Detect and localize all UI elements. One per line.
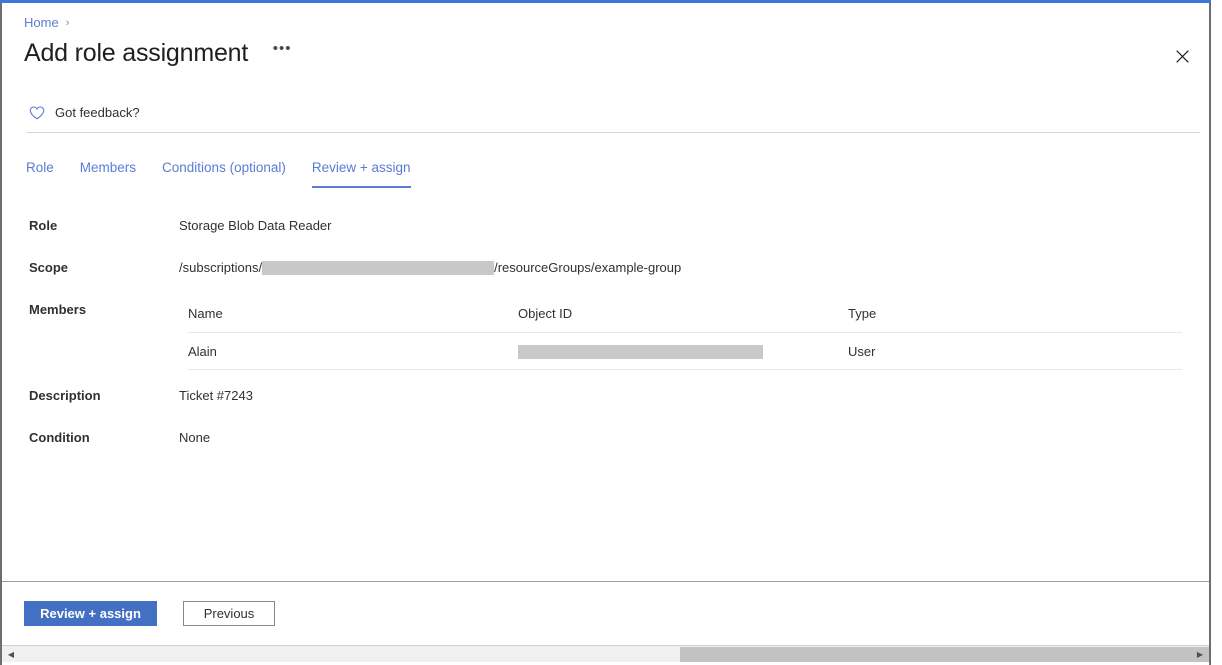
- tab-conditions[interactable]: Conditions (optional): [162, 159, 286, 188]
- header-divider: [26, 132, 1200, 133]
- tab-role[interactable]: Role: [26, 159, 54, 188]
- description-value: Ticket #7243: [179, 387, 253, 405]
- scope-redaction-bar: [262, 261, 494, 275]
- role-value: Storage Blob Data Reader: [179, 217, 331, 235]
- members-table: Name Object ID Type Alain User: [188, 306, 1182, 370]
- column-header-object-id: Object ID: [518, 306, 848, 321]
- condition-value: None: [179, 429, 210, 447]
- table-row[interactable]: Alain User: [188, 333, 1182, 370]
- review-assign-button[interactable]: Review + assign: [24, 601, 157, 626]
- cell-type: User: [848, 344, 1048, 359]
- more-options-icon[interactable]: •••: [270, 41, 294, 65]
- tab-list: Role Members Conditions (optional) Revie…: [26, 159, 437, 188]
- footer-bar: Review + assign Previous: [2, 582, 1209, 644]
- column-header-name: Name: [188, 306, 518, 321]
- scope-prefix: /subscriptions/: [179, 259, 262, 277]
- chevron-right-icon: ›: [66, 14, 70, 32]
- blade-panel: Home › Add role assignment ••• Got feedb…: [2, 3, 1209, 665]
- previous-button[interactable]: Previous: [183, 601, 275, 626]
- title-row: Add role assignment •••: [24, 36, 294, 70]
- close-button[interactable]: [1167, 41, 1197, 71]
- tab-members[interactable]: Members: [80, 159, 136, 188]
- column-header-type: Type: [848, 306, 1048, 321]
- close-icon: [1176, 50, 1189, 63]
- horizontal-scrollbar[interactable]: ◀ ▶: [2, 645, 1209, 662]
- scrollbar-thumb[interactable]: [680, 647, 1209, 662]
- breadcrumb: Home ›: [24, 14, 69, 32]
- scope-suffix: /resourceGroups/example-group: [494, 259, 681, 277]
- members-label: Members: [29, 301, 86, 319]
- scroll-right-arrow-icon[interactable]: ▶: [1193, 646, 1207, 662]
- got-feedback-label: Got feedback?: [55, 104, 140, 122]
- description-label: Description: [29, 387, 101, 405]
- scroll-left-arrow-icon[interactable]: ◀: [4, 646, 18, 662]
- breadcrumb-item-home[interactable]: Home: [24, 14, 59, 32]
- role-label: Role: [29, 217, 57, 235]
- add-role-assignment-blade: Home › Add role assignment ••• Got feedb…: [0, 0, 1222, 665]
- condition-label: Condition: [29, 429, 90, 447]
- page-title: Add role assignment: [24, 36, 248, 70]
- object-id-redaction-bar: [518, 345, 763, 359]
- got-feedback-button[interactable]: Got feedback?: [29, 104, 140, 122]
- scope-value: /subscriptions/ /resourceGroups/example-…: [179, 259, 681, 277]
- cell-object-id: [518, 343, 848, 359]
- scope-label: Scope: [29, 259, 68, 277]
- tab-review-assign[interactable]: Review + assign: [312, 159, 411, 188]
- heart-icon: [29, 105, 45, 121]
- cell-name: Alain: [188, 344, 518, 359]
- members-table-header: Name Object ID Type: [188, 306, 1182, 333]
- window-outer-margin: [1211, 0, 1222, 665]
